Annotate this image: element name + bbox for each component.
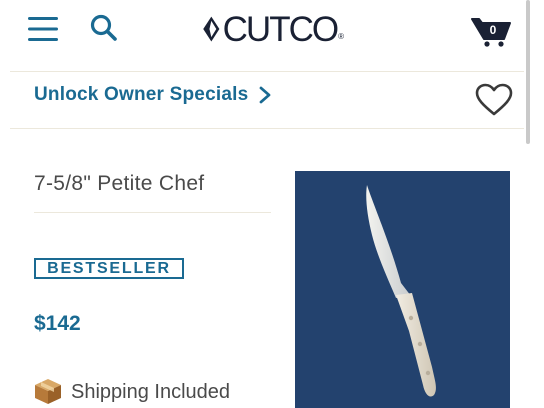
cutco-logo[interactable]: CUTCO ® bbox=[202, 8, 344, 50]
unlock-owner-specials-link[interactable]: Unlock Owner Specials bbox=[34, 84, 248, 106]
diamond-logo-icon bbox=[203, 16, 220, 42]
product-image[interactable] bbox=[295, 171, 510, 408]
product-title: 7-5/8" Petite Chef bbox=[34, 172, 205, 195]
search-icon[interactable] bbox=[89, 13, 119, 43]
logo-registered-mark: ® bbox=[338, 32, 344, 41]
chevron-right-icon[interactable] bbox=[258, 85, 272, 105]
page-scrollbar[interactable] bbox=[526, 0, 530, 144]
product-price: $142 bbox=[34, 312, 81, 335]
bestseller-badge: BESTSELLER bbox=[34, 258, 184, 279]
promo-divider bbox=[10, 128, 524, 129]
site-header: CUTCO ® 0 bbox=[0, 0, 544, 70]
shipping-included-label: Shipping Included bbox=[71, 381, 231, 403]
menu-icon[interactable] bbox=[27, 13, 59, 45]
title-divider bbox=[34, 212, 271, 213]
knife-illustration bbox=[366, 185, 436, 397]
cart-count-badge: 0 bbox=[489, 23, 497, 37]
heart-outline-icon[interactable] bbox=[475, 83, 513, 117]
package-box-icon bbox=[35, 379, 61, 404]
logo-text: CUTCO bbox=[222, 9, 339, 49]
